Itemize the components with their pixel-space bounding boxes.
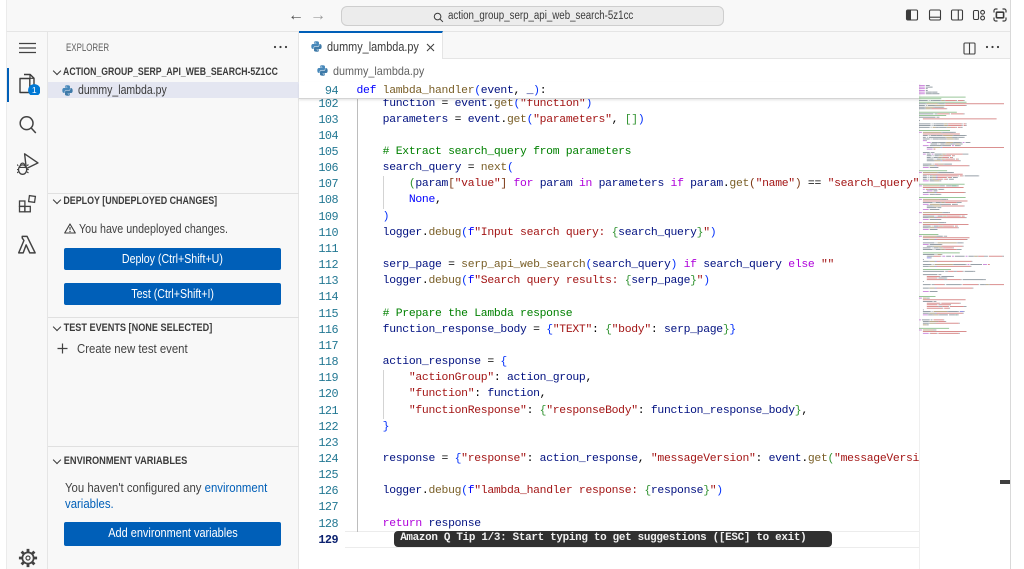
svg-text:1: 1 (32, 85, 37, 95)
